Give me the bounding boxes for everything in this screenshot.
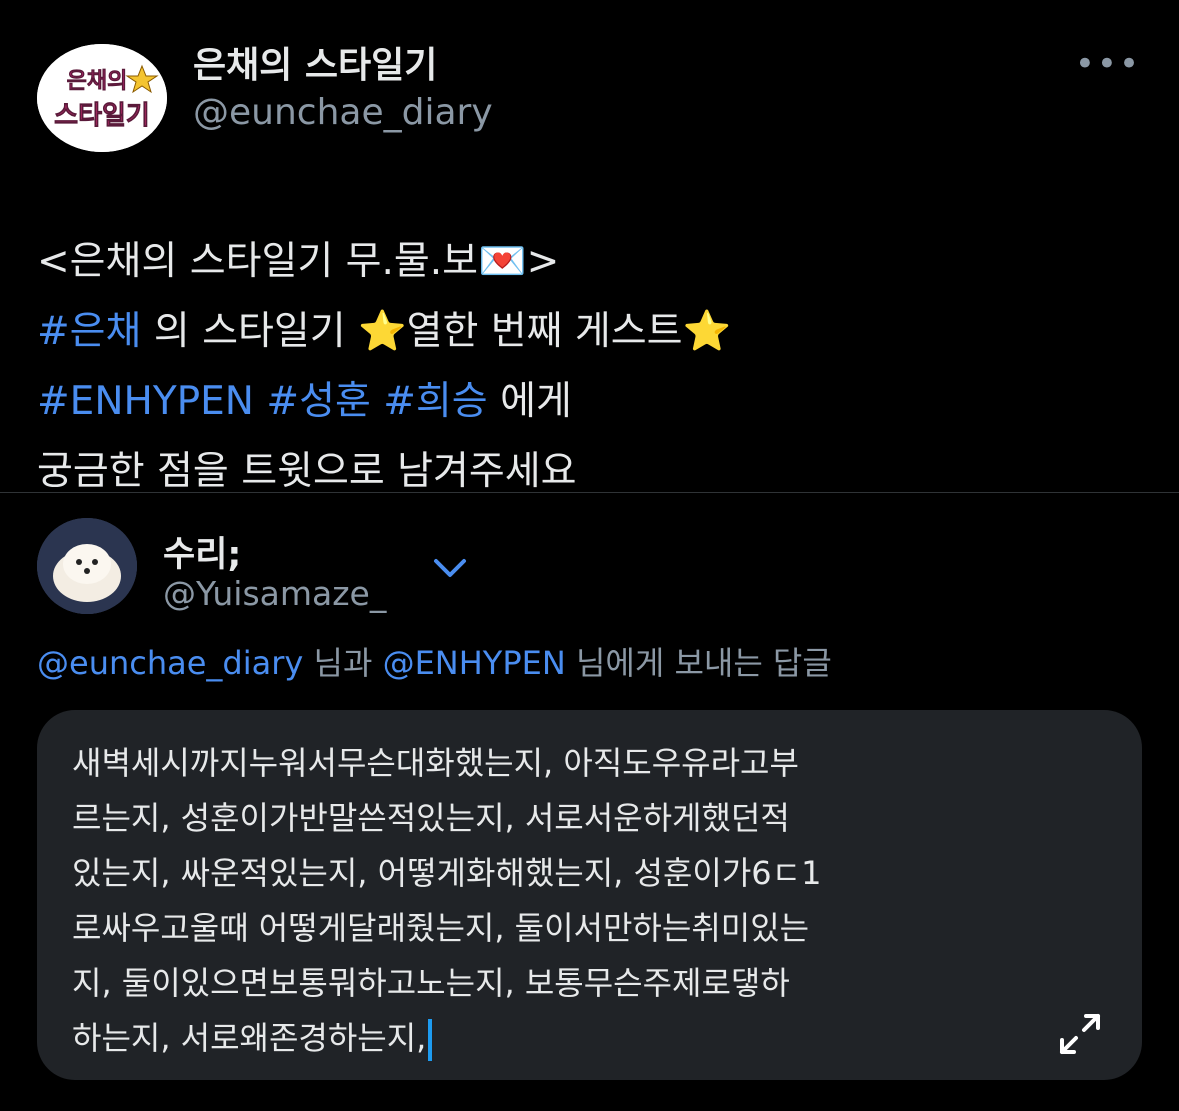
expand-svg: [1060, 1014, 1100, 1054]
divider: [0, 492, 1179, 493]
mention-link[interactable]: @ENHYPEN: [383, 644, 566, 682]
mention-link[interactable]: @eunchae_diary: [37, 644, 303, 682]
reply-avatar[interactable]: [37, 518, 137, 614]
tweet-line-2: #은채 의 스타일기 ⭐열한 번째 게스트⭐: [37, 296, 731, 368]
tweet-text: 에게: [487, 379, 572, 424]
tweet-text: 의 스타일기: [141, 309, 359, 354]
svg-text:스타일기: 스타일기: [54, 101, 150, 131]
star-icon: ⭐: [358, 309, 407, 354]
chevron-down-svg: [434, 559, 466, 577]
composer-line-last[interactable]: 하는지, 서로왜존경하는지,: [72, 1011, 433, 1066]
reply-display-name[interactable]: 수리;: [163, 526, 241, 577]
hashtag-link[interactable]: #희승: [383, 379, 487, 424]
composer-line[interactable]: 새벽세시까지누워서무슨대화했는지, 아직도우유라고부: [72, 736, 799, 791]
tweet-text: 열한 번째 게스트: [406, 309, 683, 354]
composer-line[interactable]: 지, 둘이있으면보통뭐하고노는지, 보통무슨주제로댛하: [72, 956, 790, 1011]
dog-photo: [37, 518, 137, 614]
love-letter-icon: 💌: [478, 239, 527, 284]
expand-icon[interactable]: [1056, 1010, 1104, 1058]
tweet-line-3: #ENHYPEN #성훈 #희승 에게: [37, 366, 572, 438]
hashtag-link[interactable]: #ENHYPEN: [37, 379, 254, 424]
text-caret: [428, 1019, 433, 1061]
hashtag-link[interactable]: #은채: [37, 309, 141, 354]
composer-line[interactable]: 있는지, 싸운적있는지, 어떻게화해했는지, 성훈이가6ㄷ1: [72, 846, 821, 901]
more-icon[interactable]: •••: [1075, 44, 1141, 84]
composer-text[interactable]: 하는지, 서로왜존경하는지,: [72, 1019, 426, 1057]
replying-to-text: 님과: [303, 644, 383, 682]
display-name[interactable]: 은채의 스타일기: [193, 36, 437, 88]
chevron-down-icon[interactable]: [432, 556, 468, 580]
tweet-line-4: 궁금한 점을 트윗으로 남겨주세요: [37, 436, 577, 508]
tweet-line-1: <은채의 스타일기 무.물.보💌>: [37, 226, 559, 298]
reply-handle[interactable]: @Yuisamaze_: [163, 574, 386, 613]
composer-line[interactable]: 로싸우고울때 어떻게달래줬는지, 둘이서만하는취미있는: [72, 901, 809, 956]
tweet-text: >: [526, 239, 560, 284]
profile-logo: 은채의 스타일기: [37, 44, 167, 152]
replying-to-text: 님에게 보내는 답글: [565, 644, 832, 682]
hashtag-link[interactable]: #성훈: [266, 379, 370, 424]
tweet-text: <은채의 스타일기 무.물.보: [37, 239, 479, 284]
composer-line[interactable]: 르는지, 성훈이가반말쓴적있는지, 서로서운하게했던적: [72, 791, 790, 846]
svg-text:은채의: 은채의: [67, 69, 128, 94]
avatar[interactable]: 은채의 스타일기: [37, 44, 167, 152]
tweet-text: 궁금한 점을 트윗으로 남겨주세요: [37, 449, 577, 494]
user-handle[interactable]: @eunchae_diary: [193, 92, 493, 133]
star-icon: ⭐: [682, 309, 732, 354]
replying-to: @eunchae_diary 님과 @ENHYPEN 님에게 보내는 답글: [37, 638, 832, 684]
